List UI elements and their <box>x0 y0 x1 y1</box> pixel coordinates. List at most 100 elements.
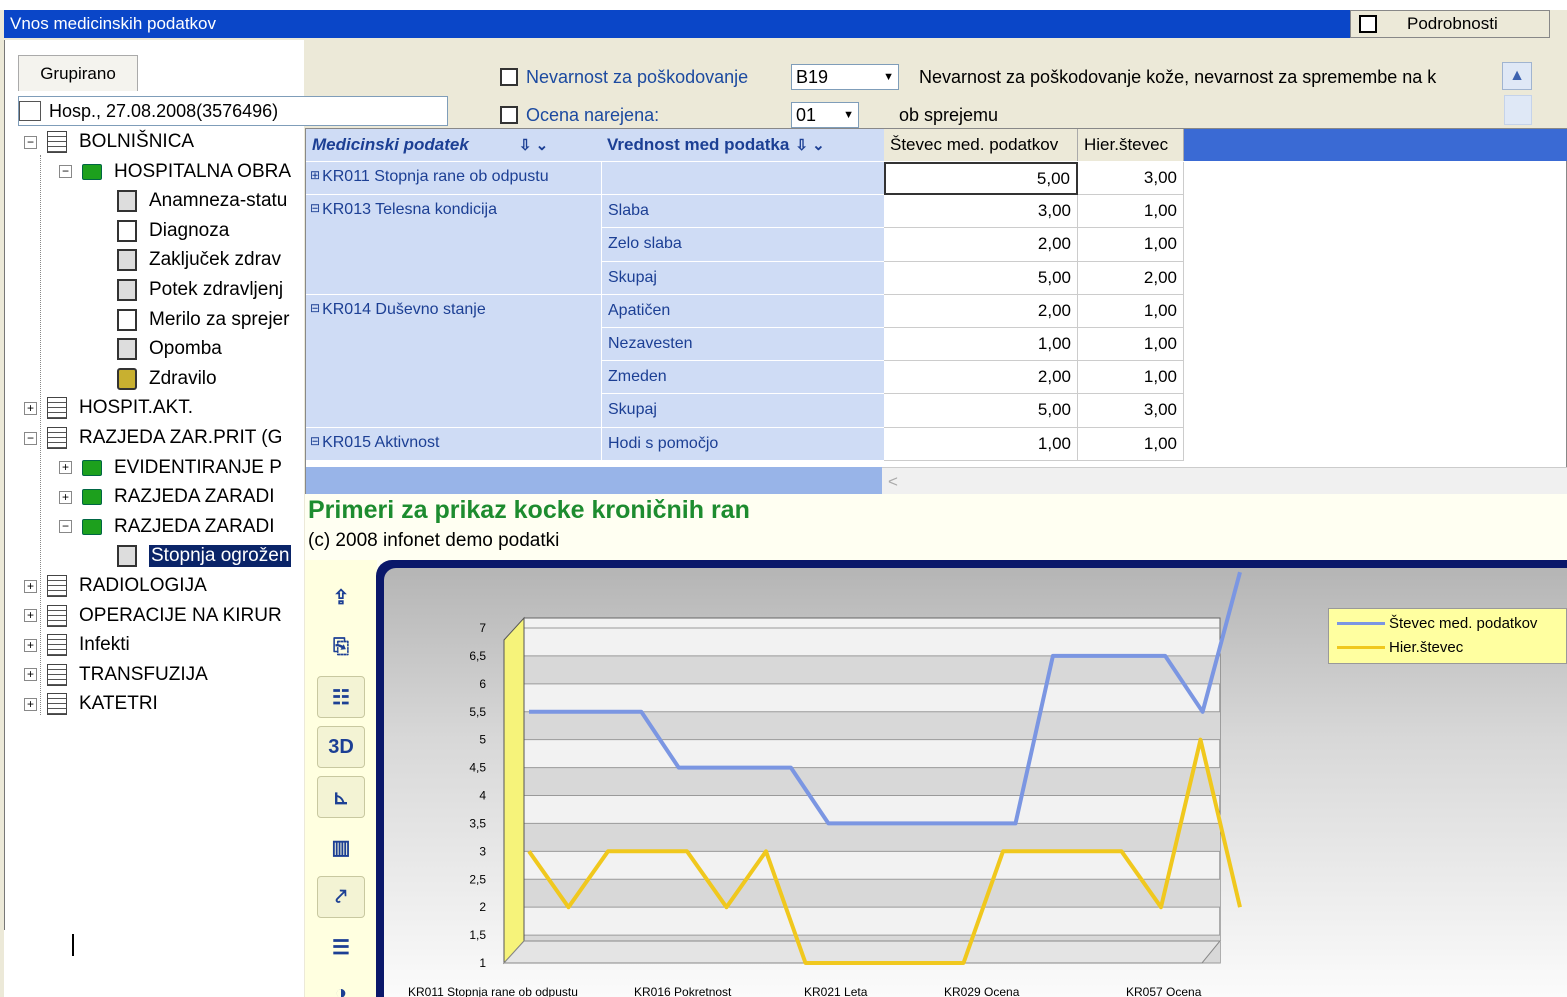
collapse-icon[interactable]: ⊟ <box>310 434 320 448</box>
expand-icon[interactable]: + <box>59 490 72 504</box>
collapse-icon[interactable]: ⊟ <box>310 201 320 215</box>
grid-hier-cell[interactable]: 1,00 <box>1078 228 1184 262</box>
axis-wall <box>503 616 525 965</box>
left-bottom-area <box>4 930 304 997</box>
grid-count-cell[interactable]: 2,00 <box>884 228 1078 262</box>
tree-node[interactable]: − RAZJEDA ZARADI <box>59 513 314 541</box>
grid-group-cell[interactable]: ⊞ KR011 Stopnja rane ob odpustu <box>306 162 601 196</box>
grid-value-cell[interactable]: Zelo slaba <box>601 228 884 262</box>
y-tick-label: 6,5 <box>469 649 486 663</box>
axis-settings-icon[interactable]: ⊾ <box>317 776 365 818</box>
tree-node[interactable]: + EVIDENTIRANJE P <box>59 454 314 482</box>
collapse-icon[interactable]: − <box>24 431 37 445</box>
tree-node[interactable]: Zaključek zdrav <box>117 246 337 274</box>
expand-icon[interactable]: + <box>24 668 37 682</box>
grid-count-cell[interactable]: 5,00 <box>884 162 1078 196</box>
database-icon <box>47 663 67 686</box>
collapse-icon[interactable]: − <box>59 520 72 534</box>
grid-count-cell[interactable]: 1,00 <box>884 427 1078 461</box>
grid-group-cell[interactable]: ⊟ KR014 Duševno stanje <box>306 294 601 428</box>
tree-node[interactable]: Anamneza-statu <box>117 187 337 215</box>
pie-chart-icon[interactable]: ◑ <box>317 972 365 997</box>
grid-value-cell[interactable]: Skupaj <box>601 261 884 295</box>
grid-hier-cell[interactable]: 2,00 <box>1078 261 1184 295</box>
grid-count-cell[interactable]: 5,00 <box>884 261 1078 295</box>
grid-hier-cell[interactable]: 3,00 <box>1078 394 1184 428</box>
header-medical[interactable]: Medicinski podatek ⇩ ⌄ <box>306 129 601 161</box>
tree-node[interactable]: Zdravilo <box>117 365 337 393</box>
tree-node-label: OPERACIJE NA KIRUR <box>79 604 282 626</box>
grid-count-cell[interactable]: 2,00 <box>884 294 1078 328</box>
patient-selector[interactable]: Hosp., 27.08.2008(3576496) <box>18 96 448 126</box>
grid-count-cell[interactable]: 2,00 <box>884 361 1078 395</box>
tree-node[interactable]: Stopnja ogrožen <box>117 542 337 570</box>
expand-icon[interactable]: + <box>24 401 37 415</box>
tree-node[interactable]: + RADIOLOGIJA <box>24 572 314 600</box>
grid-hier-cell[interactable]: 1,00 <box>1078 195 1184 229</box>
grid-value-cell[interactable]: Hodi s pomočjo <box>601 427 884 461</box>
sort-down-icon[interactable]: ⇩ ⌄ <box>519 136 548 154</box>
details-checkbox[interactable] <box>1359 15 1377 33</box>
tree-node[interactable]: − BOLNIŠNICA <box>24 128 314 156</box>
collapse-icon[interactable]: ⊟ <box>310 301 320 315</box>
header-value[interactable]: Vrednost med podatka ⇩ ⌄ <box>601 129 884 161</box>
grid-value-cell[interactable] <box>601 162 884 196</box>
tree-node[interactable]: + TRANSFUZIJA <box>24 661 314 689</box>
tree-node[interactable]: − RAZJEDA ZAR.PRIT (G <box>24 424 314 452</box>
collapse-icon[interactable]: − <box>24 135 37 149</box>
grid-group-cell[interactable]: ⊟ KR013 Telesna kondicija <box>306 195 601 295</box>
grid-count-cell[interactable]: 1,00 <box>884 328 1078 362</box>
line-chart-icon[interactable]: ⤤ <box>317 876 365 918</box>
note-icon <box>117 338 137 361</box>
copy-chart-icon[interactable]: ⎘ <box>317 626 365 668</box>
scroll-thumb[interactable] <box>1504 95 1532 125</box>
chevron-down-icon[interactable]: ▼ <box>883 71 894 83</box>
grid-group-cell[interactable]: ⊟ KR015 Aktivnost <box>306 427 601 461</box>
grid-value-cell[interactable]: Skupaj <box>601 394 884 428</box>
tree-node[interactable]: Opomba <box>117 335 337 363</box>
expand-icon[interactable]: + <box>24 697 37 711</box>
tab-grupirano[interactable]: Grupirano <box>18 55 138 91</box>
tree-node-label: Anamneza-statu <box>149 190 288 212</box>
toggle-3d-button[interactable]: 3D <box>317 726 365 768</box>
details-toggle[interactable]: Podrobnosti <box>1350 10 1550 38</box>
chevron-down-icon[interactable]: ▼ <box>843 109 854 121</box>
expand-icon[interactable]: + <box>24 579 37 593</box>
assessment-combo[interactable]: 01 ▼ <box>791 102 859 128</box>
export-chart-icon[interactable]: ⇪ <box>317 576 365 618</box>
header-hier[interactable]: Hier.števec <box>1078 129 1184 161</box>
expand-icon[interactable]: + <box>59 461 72 475</box>
tree-node[interactable]: Potek zdravljenj <box>117 276 337 304</box>
grid-value-cell[interactable]: Nezavesten <box>601 328 884 362</box>
data-table-icon[interactable]: ☷ <box>317 676 365 718</box>
expand-icon[interactable]: ⊞ <box>310 168 320 182</box>
grid-value-cell[interactable]: Zmeden <box>601 361 884 395</box>
grid-hier-cell[interactable]: 1,00 <box>1078 361 1184 395</box>
grid-hier-cell[interactable]: 1,00 <box>1078 427 1184 461</box>
tree-node[interactable]: − HOSPITALNA OBRA <box>59 158 314 186</box>
expand-icon[interactable]: + <box>24 638 37 652</box>
tree-node[interactable]: Diagnoza <box>117 217 337 245</box>
tree-node[interactable]: + RAZJEDA ZARADI <box>59 483 314 511</box>
grid-value-cell[interactable]: Slaba <box>601 195 884 229</box>
collapse-icon[interactable]: − <box>59 165 72 179</box>
scroll-up-button[interactable]: ▲ <box>1502 62 1532 90</box>
grid-count-cell[interactable]: 3,00 <box>884 195 1078 229</box>
grid-value-cell[interactable]: Apatičen <box>601 294 884 328</box>
grid-hier-cell[interactable]: 1,00 <box>1078 294 1184 328</box>
tree-node[interactable]: + OPERACIJE NA KIRUR <box>24 602 314 630</box>
tree-node[interactable]: + KATETRI <box>24 690 314 718</box>
risk-combo[interactable]: B19 ▼ <box>791 64 899 90</box>
tree-node[interactable]: + HOSPIT.AKT. <box>24 394 314 422</box>
sort-down-icon[interactable]: ⇩ ⌄ <box>795 136 824 154</box>
bar-chart-icon[interactable]: ▥ <box>317 826 365 868</box>
grid-hier-cell[interactable]: 1,00 <box>1078 328 1184 362</box>
grid-count-cell[interactable]: 5,00 <box>884 394 1078 428</box>
header-count[interactable]: Števec med. podatkov <box>884 129 1078 161</box>
tree-node[interactable]: Merilo za sprejer <box>117 306 337 334</box>
horizontal-scrollbar[interactable]: < <box>882 467 1567 495</box>
grid-hier-cell[interactable]: 3,00 <box>1078 162 1184 196</box>
horizontal-bar-icon[interactable]: ☰ <box>317 926 365 968</box>
tree-node[interactable]: + Infekti <box>24 631 314 659</box>
expand-icon[interactable]: + <box>24 609 37 623</box>
